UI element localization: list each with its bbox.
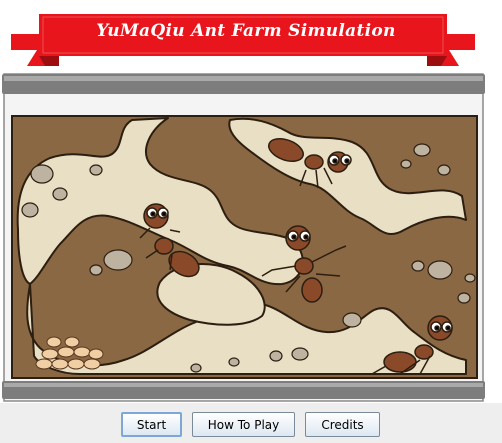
ant-farm <box>2 73 485 402</box>
credits-button[interactable]: Credits <box>305 412 380 437</box>
how-to-play-button[interactable]: How To Play <box>192 412 295 437</box>
game-area: YuMaQiu Ant Farm Simulation <box>0 0 502 403</box>
farm-top-rail-highlight <box>4 76 483 81</box>
banner-title: YuMaQiu Ant Farm Simulation <box>96 21 396 41</box>
game-window: YuMaQiu Ant Farm Simulation Start How To… <box>0 0 502 443</box>
start-button[interactable]: Start <box>121 412 182 437</box>
farm-bottom-rail-highlight <box>4 383 483 387</box>
